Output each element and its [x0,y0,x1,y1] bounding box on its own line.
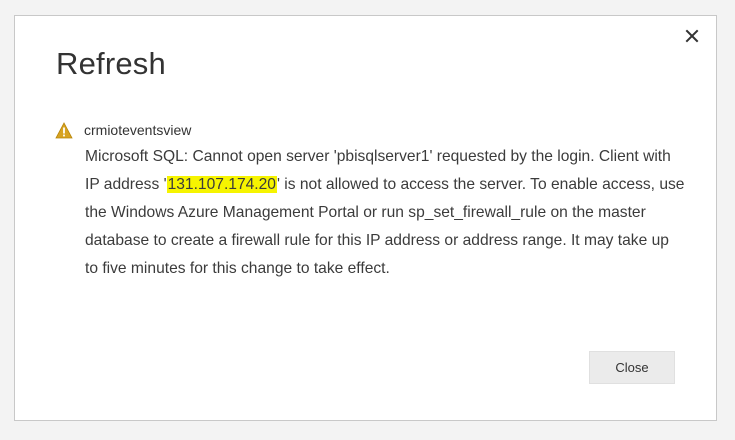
source-row: crmioteventsview [55,121,695,139]
error-text: Microsoft SQL: Cannot open server 'pbisq… [85,143,685,283]
ip-address-highlight: 131.107.174.20 [166,176,277,193]
page: Refresh crmioteventsview Microsoft SQL: … [0,0,735,440]
error-message-block: crmioteventsview Microsoft SQL: Cannot o… [55,121,695,283]
close-button[interactable]: Close [589,351,675,384]
warning-icon [55,121,73,139]
source-name: crmioteventsview [84,122,192,138]
refresh-dialog: Refresh crmioteventsview Microsoft SQL: … [14,15,717,421]
close-icon[interactable] [681,25,703,47]
dialog-title: Refresh [56,46,166,81]
